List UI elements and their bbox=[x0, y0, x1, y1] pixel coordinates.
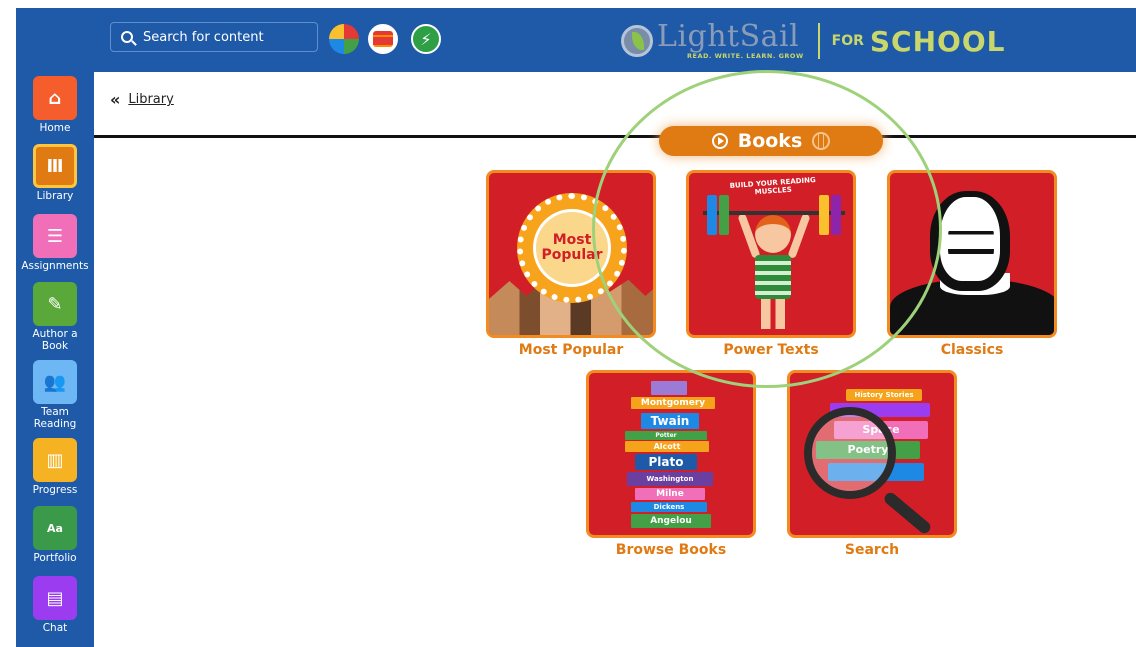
medal-text-bottom: Popular bbox=[541, 247, 603, 263]
book-spine: Plato bbox=[635, 454, 697, 470]
tile-label: Classics bbox=[940, 342, 1004, 358]
sidebar-item-label: Progress bbox=[32, 484, 78, 496]
book-plate bbox=[819, 195, 829, 235]
top-bar: Search for content ⚡ LightSail READ. WRI… bbox=[16, 8, 1136, 72]
book-stack-icon[interactable] bbox=[368, 24, 398, 54]
logo-for: FOR bbox=[831, 33, 864, 49]
tile-label: Most Popular bbox=[518, 342, 624, 358]
book-spine: Alcott bbox=[625, 441, 709, 452]
sidebar-item-chat[interactable]: ▤ Chat bbox=[16, 576, 94, 634]
book-plate bbox=[719, 195, 729, 235]
book-spine: Dickens bbox=[631, 502, 707, 512]
books-section-tab[interactable]: Books bbox=[659, 126, 883, 156]
portfolio-icon: Aa bbox=[33, 506, 77, 550]
logo-divider bbox=[817, 23, 820, 59]
leaf-logo-icon bbox=[621, 25, 653, 57]
sidebar-item-label: Home bbox=[39, 122, 71, 134]
sidebar-item-label: Team Reading bbox=[33, 406, 77, 430]
pencil-icon: ✎ bbox=[33, 282, 77, 326]
double-chevron-left-icon: « bbox=[110, 90, 121, 109]
kid-body bbox=[755, 255, 791, 299]
sidebar-item-team-reading[interactable]: 👥 Team Reading bbox=[16, 360, 94, 430]
team-icon: 👥 bbox=[33, 360, 77, 404]
tile-classics[interactable]: Classics bbox=[887, 170, 1057, 358]
lightning-icon[interactable]: ⚡ bbox=[411, 24, 441, 54]
sidebar-item-label: Portfolio bbox=[33, 552, 77, 564]
logo-name: LightSail bbox=[657, 19, 800, 54]
tile-label: Power Texts bbox=[723, 342, 819, 358]
book-spine: Twain bbox=[641, 413, 699, 429]
power-texts-banner: BUILD YOUR READING MUSCLES bbox=[729, 176, 817, 197]
breadcrumb-library-link[interactable]: Library bbox=[128, 92, 173, 107]
tile-search[interactable]: History Stories Space Poetry Search bbox=[787, 370, 957, 558]
clipboard-icon: ☰ bbox=[33, 214, 77, 258]
main-content: « Library Books Most Popular Most Popular… bbox=[94, 72, 1136, 647]
search-image: History Stories Space Poetry bbox=[787, 370, 957, 538]
search-input[interactable]: Search for content bbox=[110, 22, 318, 52]
book-plate bbox=[831, 195, 841, 235]
home-icon: ⌂ bbox=[33, 76, 77, 120]
sidebar-item-progress[interactable]: ▥ Progress bbox=[16, 438, 94, 496]
sidebar: ⌂ Home Ⅲ Library ☰ Assignments ✎ Author … bbox=[16, 72, 94, 647]
sidebar-item-label: Chat bbox=[42, 622, 68, 634]
book-spine: Washington bbox=[627, 472, 713, 486]
kid-legs bbox=[761, 299, 785, 329]
classics-image bbox=[887, 170, 1057, 338]
globe-icon[interactable] bbox=[812, 132, 831, 150]
magnifier-handle bbox=[882, 490, 933, 535]
tile-label: Browse Books bbox=[615, 542, 727, 558]
browse-books-image: Montgomery Twain Potter Alcott Plato Was… bbox=[586, 370, 756, 538]
power-texts-image: BUILD YOUR READING MUSCLES bbox=[686, 170, 856, 338]
logo-tagline: READ. WRITE. LEARN. GROW bbox=[687, 52, 804, 60]
search-placeholder: Search for content bbox=[143, 29, 264, 45]
chat-icon: ▤ bbox=[33, 576, 77, 620]
sidebar-item-home[interactable]: ⌂ Home bbox=[16, 76, 94, 134]
kid-head bbox=[755, 215, 791, 253]
sidebar-item-library[interactable]: Ⅲ Library bbox=[16, 144, 94, 202]
book-spine: Montgomery bbox=[631, 397, 715, 409]
most-popular-image: Most Popular bbox=[486, 170, 656, 338]
lightsail-logo: LightSail READ. WRITE. LEARN. GROW FOR S… bbox=[621, 16, 1006, 66]
sidebar-item-author-a-book[interactable]: ✎ Author a Book bbox=[16, 282, 94, 352]
sidebar-item-label: Assignments bbox=[21, 260, 89, 272]
magnifier-icon bbox=[804, 407, 896, 499]
book-spine: History Stories bbox=[846, 389, 922, 401]
search-icon bbox=[121, 31, 133, 43]
book-spine: Angelou bbox=[631, 514, 711, 528]
color-wheel-icon[interactable] bbox=[329, 24, 359, 54]
sidebar-item-portfolio[interactable]: Aa Portfolio bbox=[16, 506, 94, 564]
book-spine: Potter bbox=[625, 431, 707, 440]
tile-most-popular[interactable]: Most Popular Most Popular bbox=[486, 170, 656, 358]
tile-power-texts[interactable]: BUILD YOUR READING MUSCLES Power Texts bbox=[686, 170, 856, 358]
chart-icon: ▥ bbox=[33, 438, 77, 482]
library-icon: Ⅲ bbox=[33, 144, 77, 188]
app-window: Search for content ⚡ LightSail READ. WRI… bbox=[0, 0, 1136, 647]
portrait-face bbox=[948, 213, 994, 273]
book-plate bbox=[707, 195, 717, 235]
logo-school: SCHOOL bbox=[869, 24, 1006, 58]
book-spine: Milne bbox=[635, 488, 705, 500]
medal-icon: Most Popular bbox=[517, 193, 627, 303]
section-divider bbox=[94, 135, 1136, 138]
sidebar-item-label: Library bbox=[36, 190, 74, 202]
book-spine bbox=[651, 381, 687, 395]
tile-browse-books[interactable]: Montgomery Twain Potter Alcott Plato Was… bbox=[586, 370, 756, 558]
sidebar-item-label: Author a Book bbox=[32, 328, 78, 352]
sidebar-item-assignments[interactable]: ☰ Assignments bbox=[16, 214, 94, 272]
play-icon bbox=[711, 133, 728, 149]
tile-label: Search bbox=[844, 542, 900, 558]
books-tab-label: Books bbox=[737, 130, 803, 152]
medal-text-top: Most bbox=[552, 232, 592, 248]
breadcrumb[interactable]: « Library bbox=[110, 90, 174, 109]
